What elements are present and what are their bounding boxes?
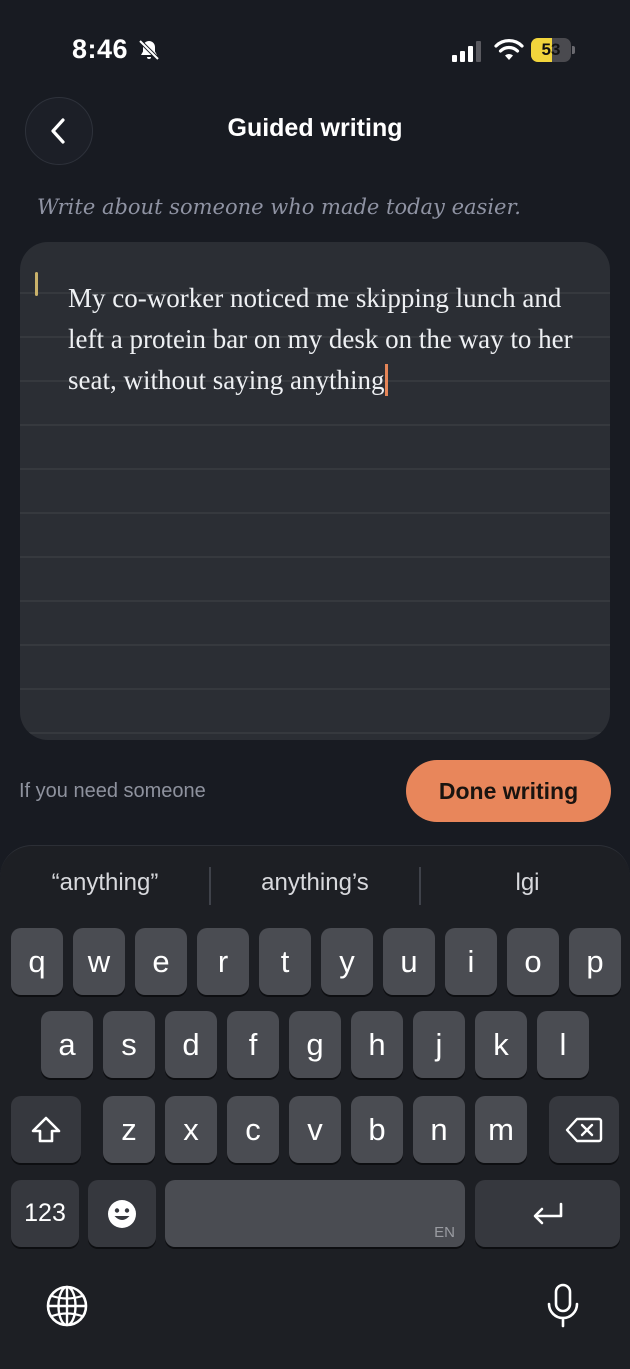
- done-writing-button[interactable]: Done writing: [406, 760, 611, 822]
- page-title: Guided writing: [227, 114, 403, 142]
- keyboard-language-label: EN: [434, 1224, 455, 1241]
- wifi-icon: [494, 39, 524, 60]
- key-t[interactable]: t: [259, 928, 311, 995]
- key-p[interactable]: p: [569, 928, 621, 995]
- key-v[interactable]: v: [289, 1096, 341, 1163]
- key-b[interactable]: b: [351, 1096, 403, 1163]
- suggestion-bar: “anything” anything’s lgi: [0, 846, 630, 924]
- keyboard: “anything” anything’s lgi q w e r t y u …: [0, 845, 630, 1369]
- key-q[interactable]: q: [11, 928, 63, 995]
- battery-icon: 53: [531, 38, 575, 62]
- key-i[interactable]: i: [445, 928, 497, 995]
- key-c[interactable]: c: [227, 1096, 279, 1163]
- shift-icon: [31, 1116, 61, 1142]
- key-l[interactable]: l: [537, 1011, 589, 1078]
- key-s[interactable]: s: [103, 1011, 155, 1078]
- key-d[interactable]: d: [165, 1011, 217, 1078]
- key-e[interactable]: e: [135, 928, 187, 995]
- battery-level: 53: [541, 40, 561, 59]
- return-key[interactable]: [475, 1180, 620, 1247]
- suggestion-item[interactable]: lgi: [420, 869, 630, 897]
- emoji-key[interactable]: [88, 1180, 156, 1247]
- key-r[interactable]: r: [197, 928, 249, 995]
- suggestion-item[interactable]: “anything”: [0, 869, 210, 897]
- cellular-signal-icon: [452, 41, 481, 62]
- bell-slash-icon: [138, 39, 160, 61]
- globe-icon[interactable]: [45, 1284, 89, 1328]
- numbers-key[interactable]: 123: [11, 1180, 79, 1247]
- journal-text-area[interactable]: My co-worker noticed me skipping lunch a…: [20, 242, 610, 740]
- text-caret: [385, 364, 389, 396]
- backspace-key[interactable]: [549, 1096, 619, 1163]
- key-w[interactable]: w: [73, 928, 125, 995]
- key-m[interactable]: m: [475, 1096, 527, 1163]
- key-n[interactable]: n: [413, 1096, 465, 1163]
- key-g[interactable]: g: [289, 1011, 341, 1078]
- key-j[interactable]: j: [413, 1011, 465, 1078]
- journal-text[interactable]: My co-worker noticed me skipping lunch a…: [68, 278, 588, 401]
- need-someone-link[interactable]: If you need someone: [19, 780, 206, 803]
- status-time: 8:46: [72, 34, 129, 64]
- journal-text-content: My co-worker noticed me skipping lunch a…: [68, 283, 573, 395]
- key-u[interactable]: u: [383, 928, 435, 995]
- key-a[interactable]: a: [41, 1011, 93, 1078]
- writing-prompt: Write about someone who made today easie…: [37, 195, 521, 219]
- key-o[interactable]: o: [507, 928, 559, 995]
- return-icon: [533, 1202, 562, 1224]
- key-x[interactable]: x: [165, 1096, 217, 1163]
- microphone-icon[interactable]: [541, 1282, 585, 1330]
- suggestion-item[interactable]: anything’s: [210, 869, 420, 897]
- key-k[interactable]: k: [475, 1011, 527, 1078]
- emoji-icon: [108, 1199, 136, 1228]
- space-bar[interactable]: EN: [165, 1180, 465, 1247]
- key-z[interactable]: z: [103, 1096, 155, 1163]
- key-f[interactable]: f: [227, 1011, 279, 1078]
- key-y[interactable]: y: [321, 928, 373, 995]
- shift-key[interactable]: [11, 1096, 81, 1163]
- key-h[interactable]: h: [351, 1011, 403, 1078]
- margin-marker: [35, 272, 38, 296]
- backspace-icon: [565, 1117, 603, 1142]
- status-bar: 8:46 53: [0, 0, 630, 100]
